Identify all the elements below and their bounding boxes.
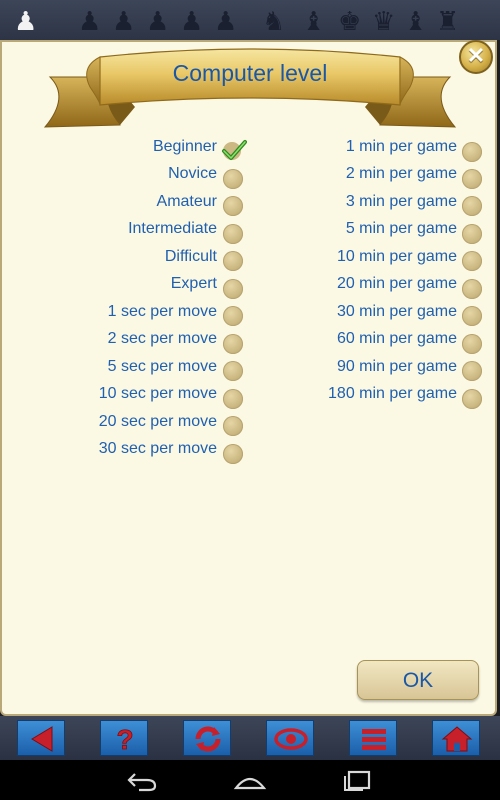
level-option-label: 30 sec per move bbox=[98, 440, 217, 457]
level-option-label: 2 sec per move bbox=[107, 330, 217, 347]
level-radio[interactable] bbox=[223, 444, 243, 464]
level-radio[interactable] bbox=[223, 306, 243, 326]
level-option-label: 1 sec per move bbox=[107, 303, 217, 320]
level-option-label: Beginner bbox=[152, 138, 217, 155]
game-time-radio[interactable] bbox=[462, 224, 482, 244]
home-icon bbox=[441, 726, 473, 752]
level-option-label: Expert bbox=[170, 275, 217, 292]
black-pawn-icon: ♟ bbox=[78, 6, 102, 36]
game-time-radio[interactable] bbox=[462, 169, 482, 189]
black-pawn-icon: ♟ bbox=[146, 6, 170, 36]
level-radio[interactable] bbox=[223, 334, 243, 354]
game-time-radio[interactable] bbox=[462, 361, 482, 381]
home-button[interactable] bbox=[432, 720, 480, 756]
help-button[interactable]: ? bbox=[100, 720, 148, 756]
black-pawn-icon: ♟ bbox=[180, 6, 204, 36]
black-pawn-icon: ♟ bbox=[214, 6, 238, 36]
game-time-radio[interactable] bbox=[462, 334, 482, 354]
game-time-radio[interactable] bbox=[462, 279, 482, 299]
level-option-label: Novice bbox=[168, 165, 217, 182]
game-time-option-label: 60 min per game bbox=[336, 330, 457, 347]
level-radio[interactable] bbox=[223, 279, 243, 299]
black-queen-icon: ♛ bbox=[372, 6, 396, 36]
game-time-option-label: 20 min per game bbox=[336, 275, 457, 292]
game-time-radio[interactable] bbox=[462, 251, 482, 271]
black-knight-icon: ♞ bbox=[262, 6, 286, 36]
level-radio[interactable] bbox=[223, 416, 243, 436]
level-radio[interactable] bbox=[223, 224, 243, 244]
level-radio[interactable] bbox=[223, 361, 243, 381]
menu-button[interactable] bbox=[349, 720, 397, 756]
game-time-radio[interactable] bbox=[462, 196, 482, 216]
close-button[interactable]: ✕ bbox=[459, 40, 493, 74]
rotate-board-button[interactable] bbox=[183, 720, 231, 756]
game-time-option-label: 180 min per game bbox=[328, 385, 457, 402]
level-radio[interactable] bbox=[223, 251, 243, 271]
recents-icon[interactable] bbox=[341, 768, 375, 792]
black-rook-icon: ♜ bbox=[436, 6, 460, 36]
game-time-option-label: 3 min per game bbox=[345, 193, 457, 210]
help-icon: ? bbox=[116, 724, 134, 756]
title-ribbon: Computer level bbox=[40, 47, 460, 137]
black-king-icon: ♚ bbox=[338, 6, 362, 36]
game-time-option-label: 2 min per game bbox=[345, 165, 457, 182]
level-radio[interactable] bbox=[223, 389, 243, 409]
game-time-option-label: 10 min per game bbox=[336, 248, 457, 265]
back-arrow-icon bbox=[31, 726, 53, 752]
game-time-option-label: 5 min per game bbox=[345, 220, 457, 237]
board-top-strip: ♟ ♟ ♟ ♟ ♟ ♟ ♞ ♝ ♚ ♛ ♝ ♜ bbox=[0, 0, 500, 40]
black-bishop-icon: ♝ bbox=[404, 6, 428, 36]
level-option-label: 10 sec per move bbox=[98, 385, 217, 402]
game-time-radio[interactable] bbox=[462, 142, 482, 162]
game-toolbar: ? bbox=[0, 716, 500, 760]
black-pawn-icon: ♟ bbox=[112, 6, 136, 36]
eye-icon bbox=[274, 728, 308, 750]
level-option-label: 20 sec per move bbox=[98, 413, 217, 430]
level-option-label: Amateur bbox=[156, 193, 217, 210]
black-bishop-icon: ♝ bbox=[302, 6, 326, 36]
game-time-option-label: 30 min per game bbox=[336, 303, 457, 320]
level-radio[interactable] bbox=[223, 169, 243, 189]
game-time-option-label: 90 min per game bbox=[336, 358, 457, 375]
view-button[interactable] bbox=[266, 720, 314, 756]
dialog-title: Computer level bbox=[172, 60, 328, 86]
white-pawn-icon: ♟ bbox=[14, 6, 38, 36]
level-option-label: 5 sec per move bbox=[107, 358, 217, 375]
checkmark-icon[interactable] bbox=[221, 139, 247, 161]
game-time-option-label: 1 min per game bbox=[345, 138, 457, 155]
game-time-radio[interactable] bbox=[462, 306, 482, 326]
ok-button[interactable]: OK bbox=[357, 660, 479, 700]
level-radio[interactable] bbox=[223, 196, 243, 216]
system-nav-bar bbox=[0, 760, 500, 800]
back-button[interactable] bbox=[17, 720, 65, 756]
close-icon: ✕ bbox=[466, 43, 486, 68]
game-time-radio[interactable] bbox=[462, 389, 482, 409]
menu-icon bbox=[362, 729, 386, 750]
svg-text:?: ? bbox=[116, 724, 133, 755]
level-option-label: Difficult bbox=[164, 248, 217, 265]
back-icon[interactable] bbox=[125, 768, 159, 792]
home-nav-icon[interactable] bbox=[233, 768, 267, 792]
level-option-label: Intermediate bbox=[128, 220, 217, 237]
rotate-board-icon bbox=[195, 726, 221, 752]
